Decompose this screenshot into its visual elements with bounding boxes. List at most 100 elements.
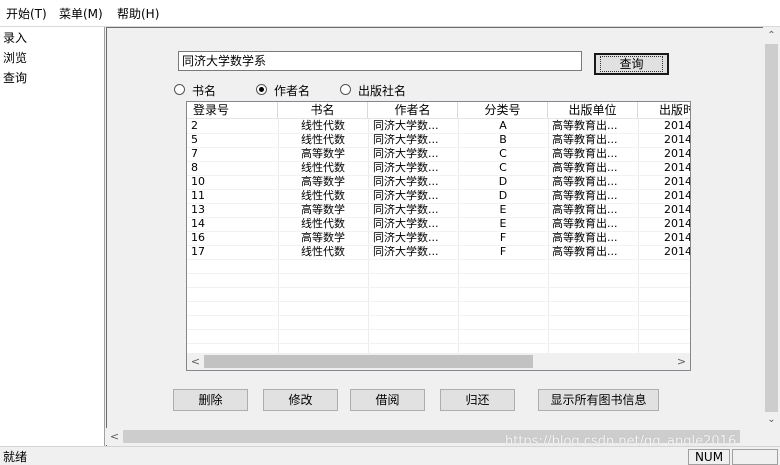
list-horizontal-scrollbar[interactable]: < > <box>187 353 690 370</box>
table-row[interactable]: 5 线性代数 同济大学数... B 高等教育出... 2014( <box>187 133 690 147</box>
chevron-down-icon[interactable]: ⌄ <box>763 411 780 428</box>
radio-dot <box>340 84 351 95</box>
cell-id: 10 <box>191 175 205 188</box>
query-form-pane: 同济大学数学系 查询 书名 作者名 出版社名 登录号 书名 作者名 分类号 出版… <box>106 27 780 446</box>
show-all-books-button[interactable]: 显示所有图书信息 <box>538 389 659 411</box>
cell-title: 高等数学 <box>301 231 345 244</box>
cell-id: 7 <box>191 147 198 160</box>
table-row[interactable]: 8 线性代数 同济大学数... C 高等教育出... 2014( <box>187 161 690 175</box>
list-header: 登录号 书名 作者名 分类号 出版单位 出版时 <box>187 102 690 119</box>
column-header-id[interactable]: 登录号 <box>187 102 278 118</box>
cell-author: 同济大学数... <box>373 245 439 258</box>
radio-dot-selected <box>256 84 267 95</box>
radio-book-title[interactable]: 书名 <box>174 84 216 98</box>
nav-item-browse[interactable]: 浏览 <box>3 51 27 65</box>
query-button[interactable]: 查询 <box>594 53 669 75</box>
cell-category: C <box>499 161 507 174</box>
main-vertical-scrollbar[interactable]: ⌃ ⌄ <box>763 27 780 428</box>
cell-id: 14 <box>191 217 205 230</box>
cell-id: 13 <box>191 203 205 216</box>
borrow-button[interactable]: 借阅 <box>350 389 425 411</box>
cell-publisher: 高等教育出... <box>552 147 618 160</box>
menu-help[interactable]: 帮助(H) <box>117 7 159 21</box>
nav-item-entry[interactable]: 录入 <box>3 31 27 45</box>
cell-id: 16 <box>191 231 205 244</box>
column-header-author[interactable]: 作者名 <box>368 102 458 118</box>
cell-category: C <box>499 147 507 160</box>
chevron-left-icon[interactable]: < <box>106 428 123 445</box>
table-row[interactable]: 14 线性代数 同济大学数... E 高等教育出... 2014( <box>187 217 690 231</box>
cell-publisher: 高等教育出... <box>552 133 618 146</box>
book-list-view[interactable]: 登录号 书名 作者名 分类号 出版单位 出版时 2线性代数同济大学数...A高等… <box>186 101 691 371</box>
menu-start[interactable]: 开始(T) <box>6 7 47 21</box>
column-header-pubdate[interactable]: 出版时 <box>638 102 690 118</box>
scroll-thumb[interactable] <box>204 355 533 368</box>
table-row[interactable]: 2 线性代数 同济大学数... A 高等教育出... 2014( <box>187 119 690 133</box>
grid-line <box>187 287 690 288</box>
column-header-category[interactable]: 分类号 <box>458 102 548 118</box>
cell-publisher: 高等教育出... <box>552 245 618 258</box>
grid-line <box>187 147 690 148</box>
chevron-up-icon[interactable]: ⌃ <box>763 27 780 44</box>
cell-publisher: 高等教育出... <box>552 189 618 202</box>
grid-line <box>187 273 690 274</box>
cell-publisher: 高等教育出... <box>552 161 618 174</box>
cell-author: 同济大学数... <box>373 119 439 132</box>
num-lock-indicator: NUM <box>688 449 730 465</box>
cell-id: 17 <box>191 245 205 258</box>
search-input[interactable]: 同济大学数学系 <box>178 51 582 71</box>
query-button-label: 查询 <box>600 56 663 72</box>
list-body: 2线性代数同济大学数...A高等教育出...2014(5线性代数同济大学数...… <box>187 119 690 353</box>
cell-title: 线性代数 <box>301 245 345 258</box>
table-row[interactable]: 16 高等数学 同济大学数... F 高等教育出... 2014( <box>187 231 690 245</box>
cell-pubdate: 2014( <box>664 133 690 146</box>
cell-id: 5 <box>191 133 198 146</box>
column-header-publisher[interactable]: 出版单位 <box>548 102 638 118</box>
radio-publisher[interactable]: 出版社名 <box>340 84 406 98</box>
column-header-title[interactable]: 书名 <box>278 102 368 118</box>
cell-pubdate: 2014( <box>664 147 690 160</box>
scroll-thumb[interactable] <box>765 44 778 412</box>
table-row[interactable]: 10 高等数学 同济大学数... D 高等教育出... 2014( <box>187 175 690 189</box>
cell-publisher: 高等教育出... <box>552 231 618 244</box>
left-nav-pane: 录入 浏览 查询 <box>0 27 105 446</box>
grid-line <box>187 161 690 162</box>
status-panel <box>732 449 778 465</box>
cell-pubdate: 2014( <box>664 189 690 202</box>
radio-author[interactable]: 作者名 <box>256 84 310 98</box>
cell-category: F <box>499 231 507 244</box>
cell-title: 高等数学 <box>301 175 345 188</box>
cell-category: A <box>499 119 507 132</box>
grid-line <box>187 301 690 302</box>
delete-button[interactable]: 删除 <box>173 389 248 411</box>
grid-line <box>187 203 690 204</box>
cell-title: 线性代数 <box>301 119 345 132</box>
status-bar: 就绪 NUM <box>0 446 780 465</box>
table-row[interactable]: 13 高等数学 同济大学数... E 高等教育出... 2014( <box>187 203 690 217</box>
table-row[interactable]: 11 线性代数 同济大学数... D 高等教育出... 2014( <box>187 189 690 203</box>
grid-line <box>187 343 690 344</box>
nav-item-query[interactable]: 查询 <box>3 71 27 85</box>
cell-author: 同济大学数... <box>373 133 439 146</box>
chevron-left-icon[interactable]: < <box>187 353 204 370</box>
cell-publisher: 高等教育出... <box>552 119 618 132</box>
cell-pubdate: 2014( <box>664 217 690 230</box>
cell-publisher: 高等教育出... <box>552 175 618 188</box>
table-row[interactable]: 7 高等数学 同济大学数... C 高等教育出... 2014( <box>187 147 690 161</box>
grid-line <box>187 329 690 330</box>
cell-category: E <box>499 203 507 216</box>
cell-pubdate: 2014( <box>664 175 690 188</box>
radio-label: 书名 <box>192 84 217 98</box>
cell-category: B <box>499 133 507 146</box>
cell-id: 2 <box>191 119 198 132</box>
return-button[interactable]: 归还 <box>440 389 515 411</box>
cell-pubdate: 2014( <box>664 231 690 244</box>
edit-button[interactable]: 修改 <box>263 389 338 411</box>
menu-menu[interactable]: 菜单(M) <box>59 7 103 21</box>
cell-id: 11 <box>191 189 205 202</box>
cell-pubdate: 2014( <box>664 119 690 132</box>
cell-author: 同济大学数... <box>373 147 439 160</box>
chevron-right-icon[interactable]: > <box>673 353 690 370</box>
cell-title: 高等数学 <box>301 203 345 216</box>
table-row[interactable]: 17 线性代数 同济大学数... F 高等教育出... 2014( <box>187 245 690 259</box>
